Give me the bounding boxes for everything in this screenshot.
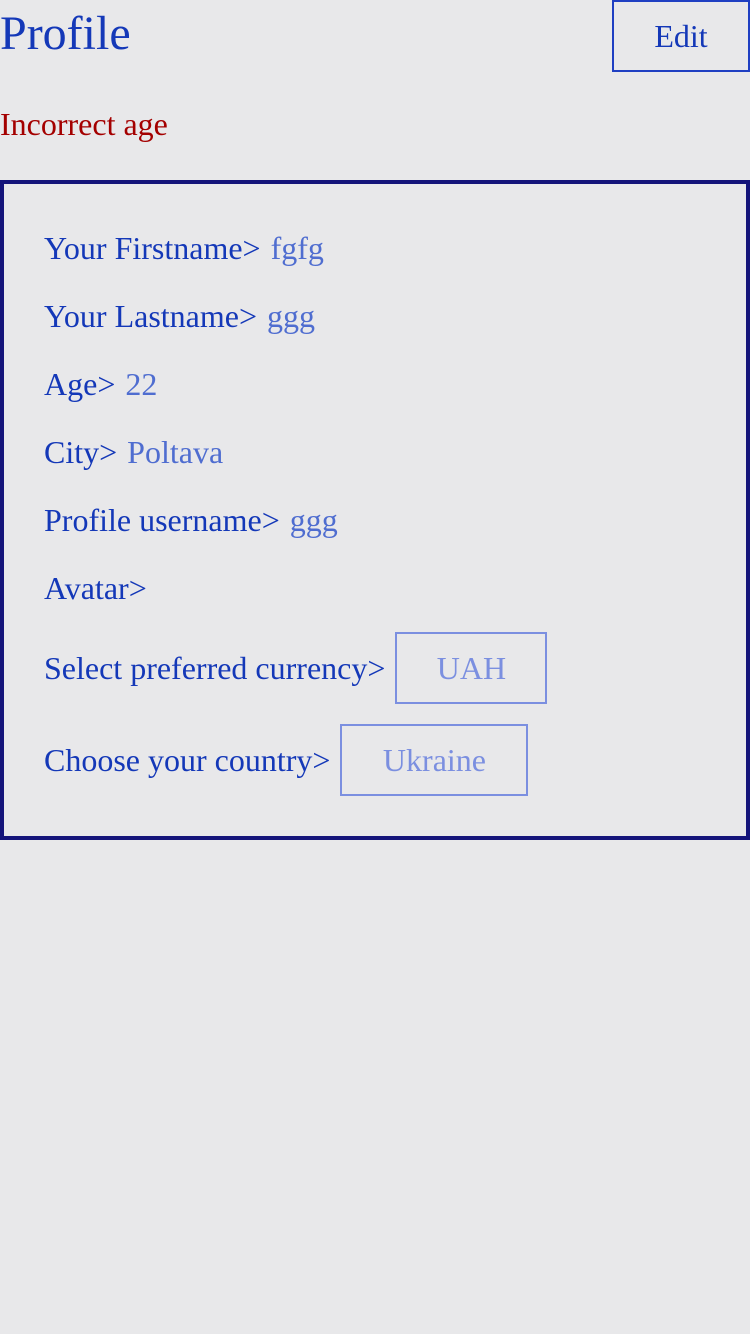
firstname-value: fgfg [270, 230, 324, 266]
lastname-value: ggg [267, 298, 315, 334]
lastname-row: Your Lastname> ggg [44, 296, 315, 336]
username-row: Profile username> ggg [44, 500, 338, 540]
age-row: Age> 22 [44, 364, 157, 404]
currency-select[interactable]: UAH [395, 632, 548, 704]
profile-page: Profile Edit Incorrect age Your Firstnam… [0, 0, 750, 1334]
country-label: Choose your country> [44, 742, 331, 778]
profile-card: Your Firstname> fgfg Your Lastname> ggg … [0, 180, 750, 840]
username-label: Profile username> [44, 502, 280, 538]
city-label: City> [44, 434, 118, 470]
page-title: Profile [0, 7, 131, 60]
firstname-row: Your Firstname> fgfg [44, 228, 324, 268]
avatar-row: Avatar> [44, 568, 147, 608]
edit-button[interactable]: Edit [612, 0, 750, 72]
currency-label: Select preferred currency> [44, 650, 386, 686]
country-select[interactable]: Ukraine [340, 724, 529, 796]
city-value: Poltava [127, 434, 224, 470]
lastname-label: Your Lastname> [44, 298, 257, 334]
country-row: Choose your country> Ukraine [44, 724, 529, 796]
age-label: Age> [44, 366, 116, 402]
age-value: 22 [125, 366, 158, 402]
avatar-label: Avatar> [44, 570, 147, 606]
currency-row: Select preferred currency> UAH [44, 632, 548, 704]
city-row: City> Poltava [44, 432, 223, 472]
error-message: Incorrect age [0, 106, 168, 142]
firstname-label: Your Firstname> [44, 230, 261, 266]
username-value: ggg [289, 502, 338, 538]
